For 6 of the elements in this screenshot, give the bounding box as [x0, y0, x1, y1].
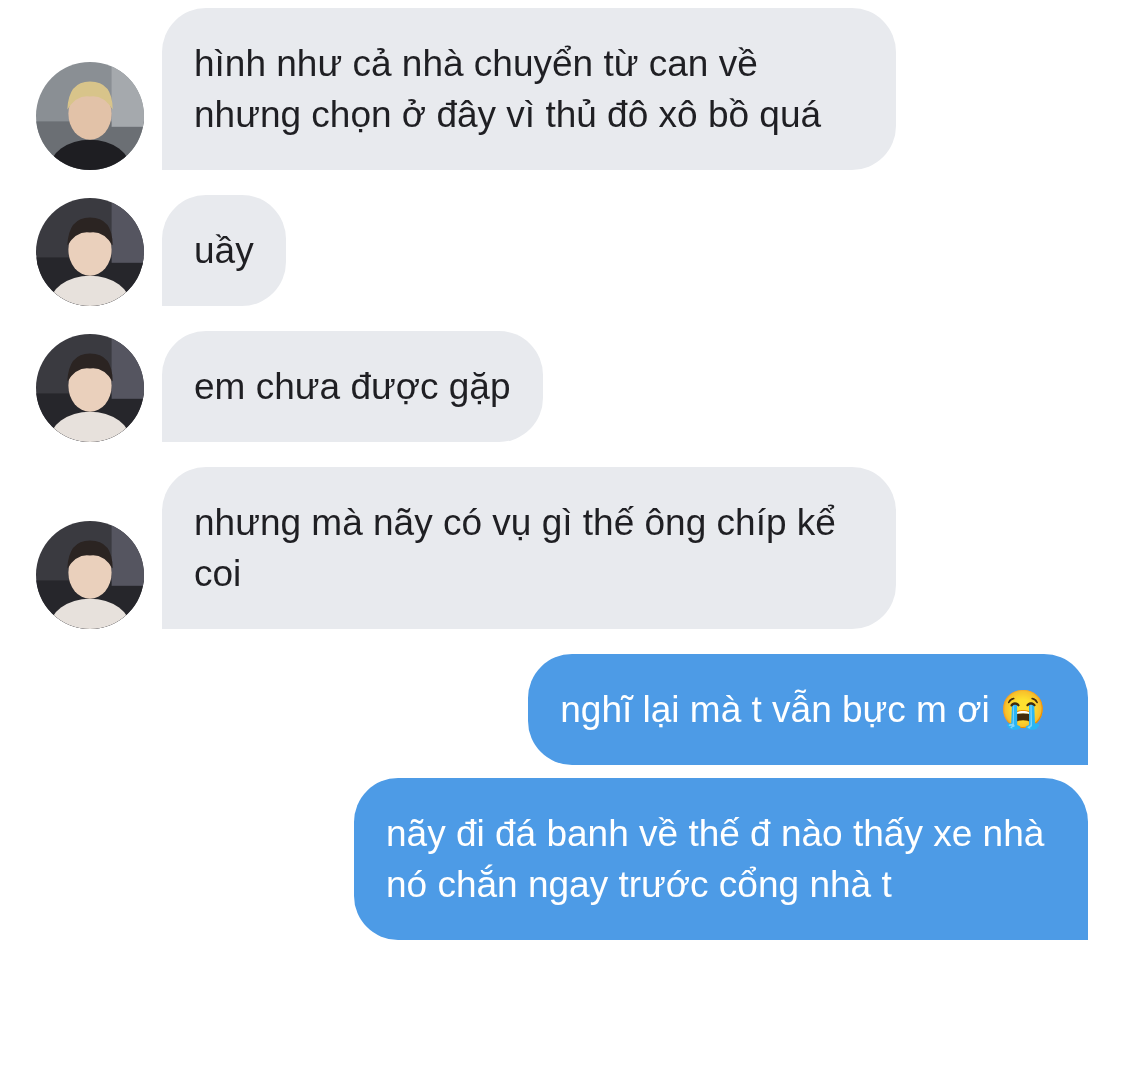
message-bubble: nhưng mà nãy có vụ gì thế ông chíp kể coi: [162, 467, 896, 629]
message-bubble: em chưa được gặp: [162, 331, 543, 442]
message-bubble: nãy đi đá banh về thế đ nào thấy xe nhà nó chắn ngay trước cổng nhà t: [354, 778, 1088, 940]
message-bubble: nghĩ lại mà t vẫn bực m ơi 😭: [528, 654, 1088, 765]
message-bubble: hình như cả nhà chuyển từ can về nhưng chọn ở đây vì thủ đô xô bồ quá: [162, 8, 896, 170]
message-bubble: uầy: [162, 195, 286, 306]
